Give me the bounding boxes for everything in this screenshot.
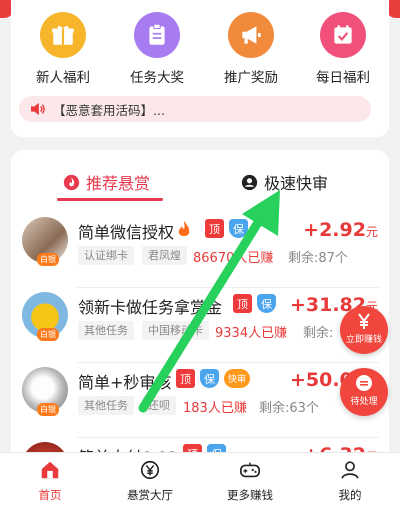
yen-icon: [358, 313, 370, 329]
remaining-count: 剩余:87个: [288, 251, 348, 266]
float-button-label: 待处理: [350, 397, 378, 407]
nav-label: 首页: [38, 488, 62, 502]
user-circle-icon: [241, 174, 258, 190]
task-title: 领新卡做任务拿赏金: [78, 298, 223, 317]
nav-more-earn[interactable]: 更多赚钱: [210, 459, 290, 503]
message-icon: [356, 375, 372, 391]
guarantee-badge: 保: [257, 294, 276, 313]
nav-reward-hall[interactable]: 悬赏大厅: [110, 459, 190, 503]
notice-text: 【恶意套用活码】...: [53, 102, 165, 118]
fire-icon: [178, 221, 190, 236]
tab-label: 极速快审: [264, 174, 329, 193]
nav-label: 更多赚钱: [227, 488, 273, 502]
bottom-nav: 首页 悬赏大厅 更多赚钱 我的: [0, 452, 400, 510]
earn-now-float-button[interactable]: 立即赚钱: [340, 306, 388, 354]
remaining-count: 剩余:63个: [259, 401, 319, 416]
top-badge: 顶: [233, 294, 252, 313]
nav-label: 悬赏大厅: [127, 488, 173, 502]
earned-count: 183人已赚: [183, 401, 247, 416]
gamepad-icon: [240, 462, 260, 478]
yen-coin-icon: [140, 460, 160, 480]
top-badge: 顶: [205, 219, 224, 238]
task-title: 简单+秒审核: [78, 373, 172, 392]
task-title: 简单微信授权: [78, 223, 175, 242]
clipboard-icon: [134, 12, 180, 58]
tab-fast-review[interactable]: 极速快审: [241, 170, 328, 194]
task-tag-category: 其他任务: [78, 396, 134, 415]
nav-home[interactable]: 首页: [10, 459, 90, 503]
task-tag-category: 其他任务: [78, 321, 134, 340]
top-badge: 顶: [176, 369, 195, 388]
task-price: +2.92元: [303, 219, 378, 241]
category-label: 每日福利: [316, 70, 370, 86]
guarantee-badge: 保: [200, 369, 219, 388]
earned-count: 9334人已赚: [215, 326, 288, 341]
task-row[interactable]: 白银 简单+秒审核 顶 保 快审 +50.00元 其他任务 还呗 183人已赚 …: [11, 363, 389, 438]
avatar-tag: 白银: [37, 403, 59, 416]
user-icon: [341, 461, 359, 479]
home-icon: [41, 461, 59, 479]
fire-icon: [63, 174, 80, 190]
task-tag-source: 中国移动卡: [142, 321, 209, 340]
notice-bar[interactable]: 【恶意套用活码】...: [19, 96, 371, 122]
task-card: 推荐悬赏 极速快审 白银 简单微信授权 顶 保 +2.92元 认证绑卡 君凤煌 …: [11, 150, 389, 470]
category-task-prize[interactable]: 任务大奖: [122, 12, 192, 86]
pending-float-button[interactable]: 待处理: [340, 368, 388, 416]
category-card: 新人福利 任务大奖 推广奖励 每日福利 【恶意套用活码】...: [11, 0, 389, 137]
avatar-tag: 白银: [37, 328, 59, 341]
task-tabs: 推荐悬赏 极速快审: [11, 150, 389, 210]
task-tag-source: 还呗: [142, 396, 176, 415]
megaphone-icon: [228, 12, 274, 58]
task-tag-category: 认证绑卡: [78, 246, 134, 265]
avatar-tag: 白银: [37, 253, 59, 266]
tab-recommended[interactable]: 推荐悬赏: [63, 170, 150, 194]
remaining-count: 剩余:: [303, 326, 334, 341]
category-label: 任务大奖: [130, 70, 184, 86]
category-label: 新人福利: [36, 70, 90, 86]
speaker-icon: [31, 102, 45, 116]
float-button-label: 立即赚钱: [345, 335, 382, 345]
nav-mine[interactable]: 我的: [310, 459, 390, 503]
category-promo-reward[interactable]: 推广奖励: [216, 12, 286, 86]
guarantee-badge: 保: [229, 219, 248, 238]
nav-label: 我的: [338, 488, 362, 502]
category-label: 推广奖励: [224, 70, 278, 86]
gift-icon: [40, 12, 86, 58]
category-newbie-welfare[interactable]: 新人福利: [28, 12, 98, 86]
earned-count: 86670人已赚: [193, 251, 274, 266]
calendar-check-icon: [320, 12, 366, 58]
task-row[interactable]: 白银 简单微信授权 顶 保 +2.92元 认证绑卡 君凤煌 86670人已赚 剩…: [11, 213, 389, 288]
active-tab-indicator: [57, 198, 163, 201]
task-tag-source: 君凤煌: [142, 246, 187, 265]
fast-review-badge: 快审: [224, 369, 250, 388]
task-row[interactable]: 白银 领新卡做任务拿赏金 顶 保 +31.82元 其他任务 中国移动卡 9334…: [11, 288, 389, 363]
category-daily-welfare[interactable]: 每日福利: [308, 12, 378, 86]
tab-label: 推荐悬赏: [86, 174, 151, 193]
